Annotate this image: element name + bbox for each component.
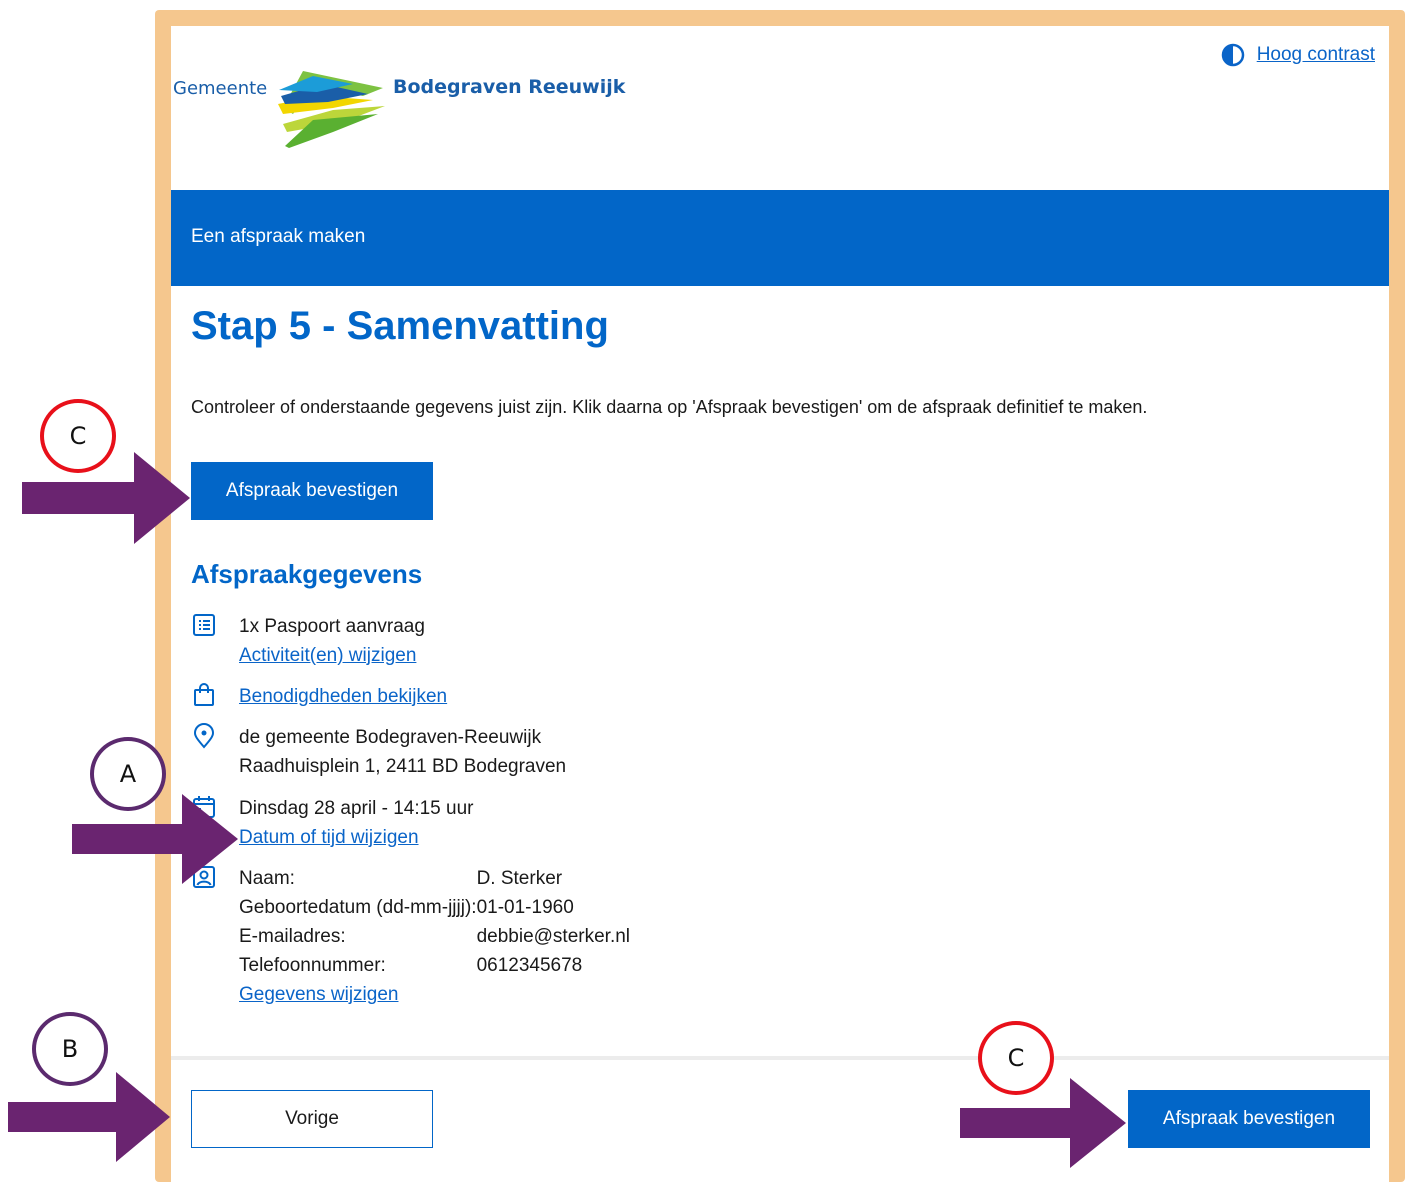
annotation-marker-b: B [32,1012,108,1086]
change-datetime-link[interactable]: Datum of tijd wijzigen [239,827,419,848]
annotation-arrow-c-top [22,452,190,544]
annotation-arrow-b [8,1072,170,1162]
detail-value: 01-01-1960 [476,897,574,918]
personal-details-table: Naam: D. Sterker Geboortedatum (dd-mm-jj… [239,864,630,980]
logo-name: Bodegraven Reeuwijk [393,76,626,98]
annotation-arrow-c-bottom [960,1078,1126,1168]
detail-label: Telefoonnummer: [239,955,386,976]
page-title: Stap 5 - Samenvatting [191,304,609,348]
page: Gemeente Bodegraven Reeuwijk Hoog contra… [171,26,1389,1182]
detail-row-phone: Telefoonnummer: 0612345678 [239,951,630,980]
banner-title: Een afspraak maken [191,226,366,247]
location-name: de gemeente Bodegraven-Reeuwijk [239,727,542,748]
change-personal-details-link[interactable]: Gegevens wijzigen [239,984,398,1005]
detail-label: Naam: [239,868,295,889]
appointment-datetime: Dinsdag 28 april - 14:15 uur [239,798,474,819]
high-contrast-toggle[interactable]: Hoog contrast [1221,43,1375,67]
detail-label: E-mailadres: [239,926,346,947]
confirm-appointment-button-top[interactable]: Afspraak bevestigen [191,462,433,520]
detail-value: debbie@sterker.nl [476,926,631,947]
annotation-marker-c-bottom: C [978,1021,1054,1095]
intro-text: Controleer of onderstaande gegevens juis… [191,397,1148,417]
activity-text: 1x Paspoort aanvraag [239,616,425,637]
section-title: Afspraakgegevens [191,559,423,589]
annotation-marker-a: A [90,737,166,811]
change-activities-link[interactable]: Activiteit(en) wijzigen [239,645,416,666]
shopping-bag-icon [191,682,217,708]
detail-row-birthdate: Geboortedatum (dd-mm-jjjj): 01-01-1960 [239,893,630,922]
page-banner: Een afspraak maken [171,190,1389,286]
detail-label: Geboortedatum (dd-mm-jjjj): [239,897,477,918]
previous-button[interactable]: Vorige [191,1090,433,1148]
detail-value: D. Sterker [476,868,563,889]
footer-divider [171,1056,1389,1060]
location-pin-icon [191,723,217,749]
view-requirements-link[interactable]: Benodigdheden bekijken [239,686,447,707]
list-icon [191,612,217,638]
municipality-logo-icon [278,71,385,148]
annotation-marker-c-top: C [40,399,116,473]
location-address: Raadhuisplein 1, 2411 BD Bodegraven [239,756,567,777]
high-contrast-link[interactable]: Hoog contrast [1257,44,1375,66]
detail-value: 0612345678 [476,955,583,976]
logo-prefix: Gemeente [173,78,268,99]
detail-row-name: Naam: D. Sterker [239,864,630,893]
detail-row-email: E-mailadres: debbie@sterker.nl [239,922,630,951]
half-circle-icon [1221,43,1244,67]
confirm-appointment-button-bottom[interactable]: Afspraak bevestigen [1128,1090,1370,1148]
annotation-arrow-a [72,794,238,884]
